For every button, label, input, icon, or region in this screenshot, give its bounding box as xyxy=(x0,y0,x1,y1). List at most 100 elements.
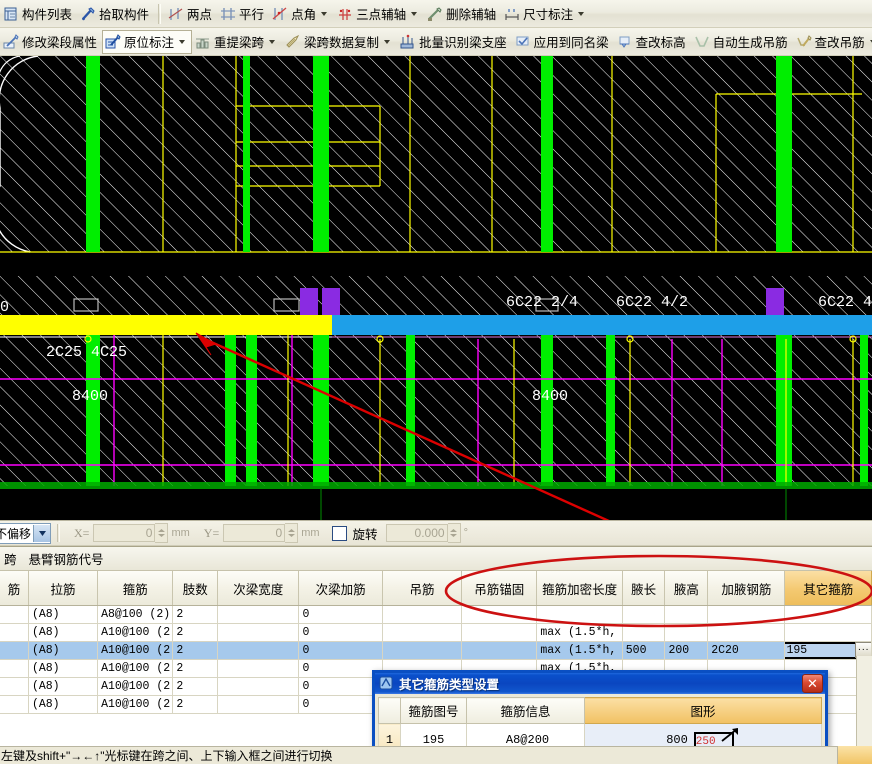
cell-2-9[interactable]: 500 xyxy=(622,641,666,660)
tb1-pick-component[interactable]: 拾取构件 xyxy=(77,2,154,26)
dlg-col-header-graphic[interactable]: 图形 xyxy=(584,697,822,724)
cell-3-2[interactable]: A10@100 (2) xyxy=(97,659,174,678)
cell-5-1[interactable]: (A8) xyxy=(28,695,99,714)
tb2-apply-same-name[interactable]: 应用到同名梁 xyxy=(512,30,614,54)
tb2-batch-identify-support[interactable]: 批量识别梁支座 xyxy=(397,30,512,54)
cell-5-5[interactable]: 0 xyxy=(298,695,383,714)
table-row-selected[interactable]: (A8) A10@100 (2) 2 0 max (1.5*h, 50 500 … xyxy=(0,641,872,660)
col-header-9[interactable]: 腋长 xyxy=(622,571,666,606)
col-header-5[interactable]: 次梁加筋 xyxy=(298,571,383,606)
col-header-11[interactable]: 加腋钢筋 xyxy=(707,571,786,606)
cell-2-1[interactable]: (A8) xyxy=(28,641,99,660)
offset-mode-combo[interactable]: 不偏移 xyxy=(0,522,52,544)
rotate-checkbox[interactable] xyxy=(331,525,347,541)
cell-0-4[interactable] xyxy=(217,605,300,624)
col-header-10[interactable]: 腋高 xyxy=(664,571,709,606)
cell-0-8[interactable] xyxy=(536,605,623,624)
cell-0-10[interactable] xyxy=(664,605,709,624)
cell-3-0[interactable] xyxy=(0,659,29,678)
tb1-two-point[interactable]: 两点 xyxy=(165,2,217,26)
tb2-auto-hanging-bar[interactable]: 自动生成吊筋 xyxy=(691,30,793,54)
cell-2-2[interactable]: A10@100 (2) xyxy=(97,641,174,660)
col-header-4[interactable]: 次梁宽度 xyxy=(217,571,300,606)
chevron-down-icon[interactable] xyxy=(179,39,186,44)
cell-1-1[interactable]: (A8) xyxy=(28,623,99,642)
chevron-down-icon[interactable] xyxy=(321,11,328,16)
cell-0-11[interactable] xyxy=(707,605,786,624)
col-header-3[interactable]: 肢数 xyxy=(172,571,219,606)
cell-0-1[interactable]: (A8) xyxy=(28,605,99,624)
dlg-col-header-info[interactable]: 箍筋信息 xyxy=(466,697,585,724)
cell-4-1[interactable]: (A8) xyxy=(28,677,99,696)
rotate-input[interactable]: 0.000 xyxy=(385,524,448,542)
cell-3-5[interactable]: 0 xyxy=(298,659,383,678)
close-icon[interactable]: ✕ xyxy=(802,674,823,693)
cell-4-0[interactable] xyxy=(0,677,29,696)
cell-2-0[interactable] xyxy=(0,641,29,660)
table-row[interactable]: (A8) A8@100 (2) 2 0 xyxy=(0,605,872,624)
cell-4-4[interactable] xyxy=(217,677,300,696)
grid-vertical-scrollbar[interactable] xyxy=(856,656,872,746)
col-header-8[interactable]: 箍筋加密长度 xyxy=(536,571,623,606)
chevron-down-icon[interactable] xyxy=(269,39,276,44)
cell-5-3[interactable]: 2 xyxy=(172,695,219,714)
cell-2-11[interactable]: 2C20 xyxy=(707,641,786,660)
tb2-check-elevation[interactable]: 查改标高 xyxy=(614,30,691,54)
cell-1-8[interactable]: max (1.5*h, 50 xyxy=(536,623,623,642)
cell-2-4[interactable] xyxy=(217,641,300,660)
col-header-other-stirrup[interactable]: 其它箍筋 xyxy=(784,571,872,606)
cell-1-7[interactable] xyxy=(461,623,538,642)
col-header-1[interactable]: 拉筋 xyxy=(28,571,99,606)
cell-2-3[interactable]: 2 xyxy=(172,641,219,660)
table-row[interactable]: (A8) A10@100 (2) 2 0 max (1.5*h, 50 xyxy=(0,623,872,642)
cell-0-6[interactable] xyxy=(382,605,463,624)
y-input[interactable]: 0 xyxy=(223,524,286,542)
cell-0-0[interactable] xyxy=(0,605,29,624)
col-header-7[interactable]: 吊筋锚固 xyxy=(461,571,538,606)
tb1-delete-axis[interactable]: 删除辅轴 xyxy=(424,2,501,26)
cell-5-0[interactable] xyxy=(0,695,29,714)
tb2-copy-span-data[interactable]: 梁跨数据复制 xyxy=(282,30,397,54)
dialog-title-bar[interactable]: 其它箍筋类型设置 ✕ xyxy=(375,673,825,694)
cell-1-6[interactable] xyxy=(382,623,463,642)
cad-drawing-canvas[interactable]: 4 5 0 2C25 4C25 8400 8400 6C22 2/4 6C22 … xyxy=(0,56,872,520)
cell-4-3[interactable]: 2 xyxy=(172,677,219,696)
tb1-three-point-axis[interactable]: 三点辅轴 xyxy=(334,2,424,26)
tb2-edit-beam-prop[interactable]: 修改梁段属性 xyxy=(0,30,102,54)
chevron-down-icon[interactable] xyxy=(578,11,585,16)
cell-1-2[interactable]: A10@100 (2) xyxy=(97,623,174,642)
dlg-col-header-number[interactable]: 箍筋图号 xyxy=(400,697,467,724)
tb2-edit-hanging-bar[interactable]: 查改吊筋 xyxy=(793,30,872,54)
cell-1-11[interactable] xyxy=(707,623,786,642)
cell-0-7[interactable] xyxy=(461,605,538,624)
cell-3-3[interactable]: 2 xyxy=(172,659,219,678)
cell-0-2[interactable]: A8@100 (2) xyxy=(97,605,174,624)
col-header-2[interactable]: 箍筋 xyxy=(97,571,174,606)
cell-1-4[interactable] xyxy=(217,623,300,642)
chevron-down-icon[interactable] xyxy=(384,39,391,44)
cell-1-3[interactable]: 2 xyxy=(172,623,219,642)
chevron-down-icon[interactable] xyxy=(33,524,51,542)
cell-0-5[interactable]: 0 xyxy=(298,605,383,624)
cell-3-1[interactable]: (A8) xyxy=(28,659,99,678)
cell-5-4[interactable] xyxy=(217,695,300,714)
tb1-point-angle[interactable]: 点角 xyxy=(269,2,334,26)
x-input[interactable]: 0 xyxy=(93,524,156,542)
cell-1-10[interactable] xyxy=(664,623,709,642)
tb1-parallel[interactable]: 平行 xyxy=(217,2,269,26)
y-stepper[interactable] xyxy=(285,523,299,543)
tb2-re-extract-span[interactable]: 重提梁跨 xyxy=(192,30,282,54)
cell-5-2[interactable]: A10@100 (2) xyxy=(97,695,174,714)
cell-2-7[interactable] xyxy=(461,641,538,660)
cell-2-8[interactable]: max (1.5*h, 50 xyxy=(536,641,623,660)
cell-0-3[interactable]: 2 xyxy=(172,605,219,624)
cell-2-6[interactable] xyxy=(382,641,463,660)
chevron-down-icon[interactable] xyxy=(411,11,418,16)
cell-1-12[interactable] xyxy=(784,623,872,642)
tb1-dimension[interactable]: 尺寸标注 xyxy=(501,2,591,26)
tb2-in-situ-annotation[interactable]: 原位标注 xyxy=(102,29,193,54)
cell-1-9[interactable] xyxy=(622,623,666,642)
rotate-stepper[interactable] xyxy=(447,523,461,543)
cell-0-12[interactable] xyxy=(784,605,872,624)
cell-0-9[interactable] xyxy=(622,605,666,624)
